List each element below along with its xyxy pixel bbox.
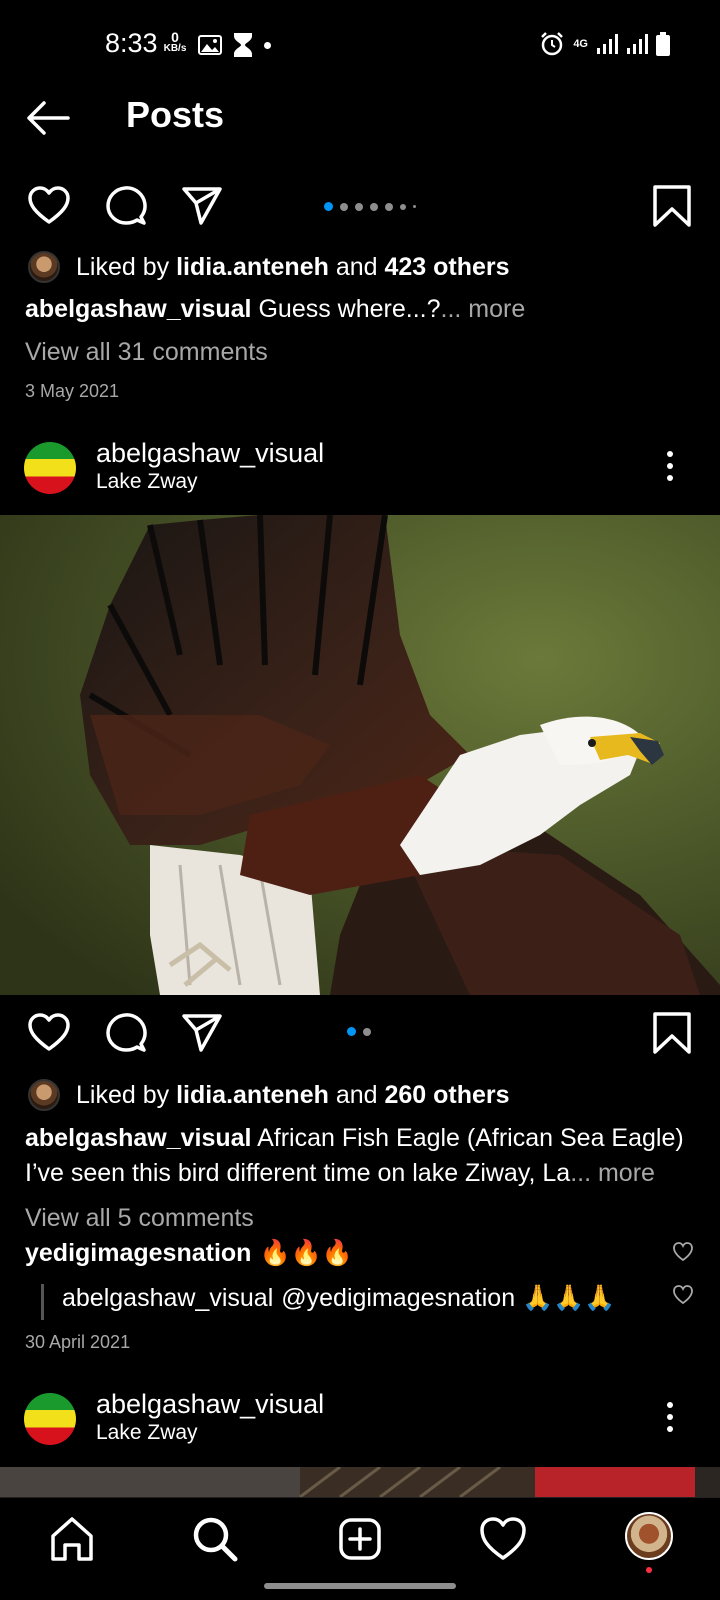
reply-text: @yedigimagesnation 🙏🙏🙏 — [281, 1284, 616, 1312]
new-post-icon[interactable] — [335, 1514, 385, 1564]
post3-header: abelgashaw_visual Lake Zway — [0, 1387, 720, 1457]
share-send-icon[interactable] — [180, 184, 224, 228]
reply-row: abelgashaw_visual @yedigimagesnation 🙏🙏🙏 — [62, 1284, 682, 1313]
reply-username[interactable]: abelgashaw_visual — [62, 1284, 273, 1313]
alarm-icon — [541, 32, 564, 56]
post1-action-row — [0, 178, 720, 234]
comment-icon[interactable] — [104, 1011, 148, 1055]
gallery-icon — [198, 35, 222, 55]
liker-avatar — [28, 1079, 60, 1111]
data-speed-value: 0 — [171, 29, 179, 45]
likes-prefix: Liked by — [76, 252, 177, 281]
caption-text: African Fish Eagle (African Sea Eagle) — [257, 1124, 684, 1152]
carousel-dot — [340, 202, 348, 211]
search-icon[interactable] — [190, 1514, 240, 1564]
more-options-icon[interactable] — [664, 450, 676, 482]
likes-and: and — [328, 1080, 385, 1109]
likes-and: and — [328, 252, 385, 281]
caption-username[interactable]: abelgashaw_visual — [25, 295, 252, 323]
more-options-icon[interactable] — [664, 1401, 676, 1433]
notification-dot — [264, 41, 271, 49]
data-speed-unit: KB/s — [163, 43, 187, 54]
comment-username[interactable]: yedigimagesnation — [25, 1239, 251, 1268]
bookmark-icon[interactable] — [650, 1011, 694, 1055]
page-header: Posts — [0, 88, 720, 148]
user-avatar[interactable] — [24, 1393, 76, 1445]
signal-icon — [597, 34, 618, 54]
post2-action-row — [0, 1005, 720, 1061]
carousel-dot — [400, 203, 406, 210]
carousel-dot-active — [347, 1027, 356, 1036]
comment-icon[interactable] — [104, 184, 148, 228]
network-type: 4G — [573, 37, 588, 50]
signal-icon-2 — [627, 34, 648, 54]
caption-line-1: abelgashaw_visual African Fish Eagle (Af… — [25, 1121, 695, 1156]
post1-caption: abelgashaw_visual Guess where...?... mor… — [25, 292, 695, 327]
post2-view-comments[interactable]: View all 5 comments — [25, 1204, 254, 1233]
share-send-icon[interactable] — [180, 1011, 224, 1055]
page-title: Posts — [126, 94, 225, 135]
battery-icon — [656, 32, 670, 56]
carousel-indicator — [324, 202, 416, 211]
post1-likes[interactable]: Liked by lidia.anteneh and 423 others — [28, 249, 510, 285]
caption-username[interactable]: abelgashaw_visual — [25, 1124, 252, 1152]
caption-more-link[interactable]: ... more — [570, 1159, 655, 1187]
post1-date: 3 May 2021 — [25, 381, 120, 401]
home-icon[interactable] — [47, 1514, 97, 1564]
profile-avatar[interactable] — [625, 1512, 673, 1560]
post2-header: abelgashaw_visual Lake Zway — [0, 436, 720, 506]
carousel-indicator — [347, 1027, 371, 1036]
liker-username[interactable]: lidia.anteneh — [176, 253, 329, 282]
carousel-dot — [385, 202, 393, 211]
profile-notification-dot — [646, 1567, 652, 1573]
comment-text: 🔥🔥🔥 — [259, 1239, 353, 1267]
arrow-left-icon[interactable] — [26, 100, 70, 136]
post2-date: 30 April 2021 — [25, 1332, 131, 1352]
data-speed-indicator: 0 KB/s — [161, 29, 189, 54]
likes-count[interactable]: 260 others — [384, 1081, 509, 1110]
user-avatar[interactable] — [24, 442, 76, 494]
post2-caption: abelgashaw_visual African Fish Eagle (Af… — [25, 1121, 695, 1191]
post-location[interactable]: Lake Zway — [96, 1421, 198, 1445]
likes-count[interactable]: 423 others — [384, 253, 509, 282]
caption-text-2: I’ve seen this bird different time on la… — [25, 1159, 571, 1187]
status-time: 8:33 — [105, 28, 158, 58]
like-heart-icon[interactable] — [27, 184, 71, 228]
comment-like-heart-icon[interactable] — [672, 1241, 694, 1263]
carousel-dot — [363, 1027, 371, 1036]
home-indicator[interactable] — [264, 1583, 456, 1589]
reply-like-heart-icon[interactable] — [672, 1284, 694, 1306]
carousel-dot-active — [324, 202, 333, 211]
carousel-dot — [370, 202, 378, 211]
likes-prefix: Liked by — [76, 1080, 177, 1109]
caption-more-link[interactable]: ... more — [441, 295, 526, 323]
post3-image[interactable] — [0, 1467, 720, 1497]
post3-photo-peek — [0, 1467, 720, 1497]
reply-thread-line — [41, 1284, 44, 1320]
bookmark-icon[interactable] — [650, 184, 694, 228]
post2-image[interactable] — [0, 515, 720, 995]
carousel-dot — [355, 202, 363, 211]
activity-heart-icon[interactable] — [478, 1514, 528, 1564]
post-username[interactable]: abelgashaw_visual — [96, 438, 324, 469]
liker-username[interactable]: lidia.anteneh — [176, 1081, 329, 1110]
status-bar: 8:33 0 KB/s 4G — [0, 0, 720, 90]
post-username[interactable]: abelgashaw_visual — [96, 1389, 324, 1420]
eagle-photo — [0, 515, 720, 995]
post1-view-comments[interactable]: View all 31 comments — [25, 338, 268, 367]
caption-line-2: I’ve seen this bird different time on la… — [25, 1156, 695, 1191]
liker-avatar — [28, 251, 60, 283]
caption-text: Guess where...? — [258, 295, 441, 323]
comment-row: yedigimagesnation 🔥🔥🔥 — [25, 1239, 695, 1268]
carousel-dot — [413, 205, 416, 208]
post-location[interactable]: Lake Zway — [96, 470, 198, 494]
hourglass-icon — [234, 33, 252, 57]
post2-likes[interactable]: Liked by lidia.anteneh and 260 others — [28, 1077, 510, 1113]
like-heart-icon[interactable] — [27, 1011, 71, 1055]
